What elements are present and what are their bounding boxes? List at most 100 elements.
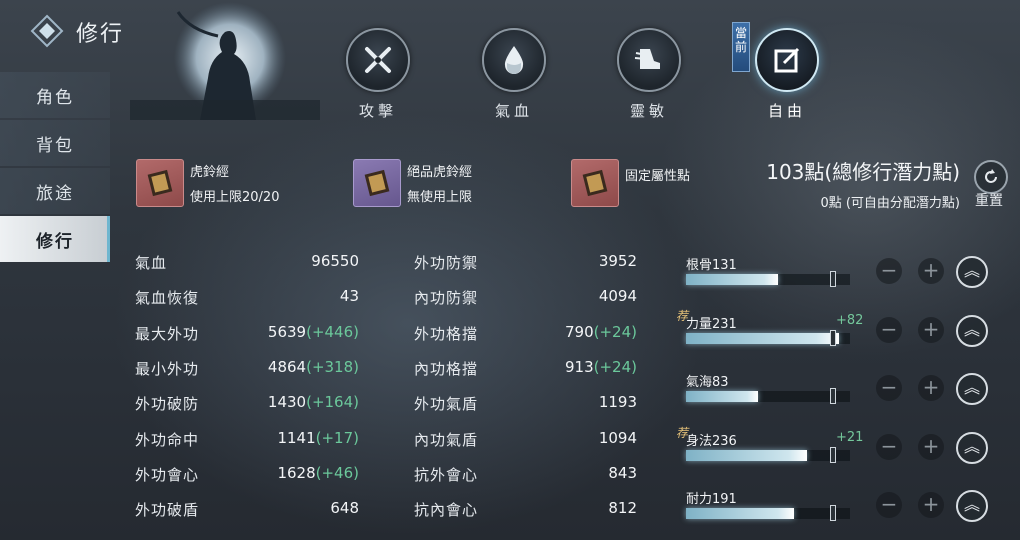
tab-agility[interactable]: 靈敏: [611, 28, 687, 121]
stat-name: 外功防禦: [414, 254, 479, 272]
stat-value: 1430(+164): [268, 393, 359, 411]
stat-value: 812: [608, 499, 637, 517]
stat-base-value: 648: [330, 499, 359, 518]
scroll-book-icon: [571, 159, 619, 207]
stat-name: 外功格擋: [414, 324, 479, 343]
sidebar: 角色 背包 旅途 修行: [0, 72, 110, 264]
diamond-emblem-icon: [30, 14, 64, 48]
tab-free[interactable]: 自由: [749, 28, 825, 121]
character-portrait-art: [130, 0, 320, 120]
sidebar-item-label: 旅途: [36, 183, 74, 204]
attribute-bar-fill: [686, 508, 795, 519]
max-increase-button[interactable]: ︽: [956, 490, 988, 522]
stat-base-value: 790: [565, 322, 594, 341]
stat-row: 外功破防 1430(+164): [135, 393, 359, 415]
stat-base-value: 43: [339, 287, 359, 306]
max-increase-button[interactable]: ︽: [956, 314, 988, 347]
stat-value: 4094: [599, 287, 637, 305]
sidebar-item-label: 修行: [36, 231, 74, 252]
attribute-row: 耐力191 − + ︽: [686, 488, 1006, 532]
decrease-button[interactable]: −: [876, 433, 902, 460]
stat-name: 內功防禦: [414, 289, 479, 308]
winged-boot-icon: [617, 28, 681, 92]
attribute-bar[interactable]: [686, 329, 850, 346]
decrease-button[interactable]: −: [876, 492, 902, 518]
stat-name: 外功破防: [135, 395, 200, 414]
sidebar-item-bag[interactable]: 背包: [0, 120, 110, 166]
stat-row: 外功命中 1141(+17): [135, 429, 359, 451]
item-fixed-attribute-points[interactable]: 固定屬性點: [571, 158, 690, 208]
stat-name: 內功格擋: [414, 359, 479, 378]
stat-bonus: (+46): [315, 463, 359, 482]
item-premium-tiger-bell-scripture[interactable]: 絕品虎鈴經 無使用上限: [353, 158, 472, 208]
stat-row: 外功破盾 648: [135, 499, 359, 521]
stat-row: 外功氣盾 1193: [414, 393, 637, 415]
stat-base-value: 1628: [277, 463, 316, 482]
increase-button[interactable]: +: [918, 492, 944, 518]
stat-base-value: 812: [608, 499, 637, 518]
increase-button[interactable]: +: [918, 316, 944, 343]
decrease-button[interactable]: −: [876, 316, 902, 343]
decrease-button[interactable]: −: [876, 375, 902, 401]
stat-row: 內功氣盾 1094: [414, 429, 637, 451]
stat-name: 最小外功: [135, 359, 200, 378]
stat-row: 抗外會心 843: [414, 464, 637, 486]
tab-attack[interactable]: 攻擊: [340, 28, 416, 121]
stat-name: 外功命中: [135, 430, 200, 449]
stat-base-value: 4864: [267, 357, 307, 376]
sidebar-item-label: 角色: [36, 87, 74, 108]
stat-value: 3952: [599, 252, 637, 270]
stat-name: 外功破盾: [135, 501, 200, 520]
stat-value: 1193: [599, 393, 637, 411]
sidebar-item-cultivation[interactable]: 修行: [0, 216, 110, 262]
reset-button[interactable]: [974, 160, 1008, 194]
stat-row: 外功防禦 3952: [414, 252, 637, 274]
item-name: 絕品虎鈴經: [407, 165, 473, 180]
tab-label: 攻擊: [358, 102, 397, 120]
blood-drop-icon: [482, 28, 546, 92]
attribute-cap-marker: [830, 329, 836, 346]
decrease-button[interactable]: −: [876, 258, 902, 284]
stat-bonus: (+164): [306, 393, 359, 412]
stat-name: 外功會心: [135, 465, 200, 484]
item-tiger-bell-scripture[interactable]: 虎鈴經 使用上限20/20: [136, 158, 279, 208]
stat-row: 氣血 96550: [135, 252, 359, 274]
max-increase-button[interactable]: ︽: [956, 373, 988, 405]
stat-base-value: 96550: [311, 252, 359, 270]
item-name: 虎鈴經: [190, 165, 230, 180]
stat-base-value: 3952: [598, 252, 637, 270]
attribute-bar[interactable]: [686, 446, 850, 463]
max-increase-button[interactable]: ︽: [956, 256, 988, 288]
page-title: 修行: [76, 22, 125, 47]
increase-button[interactable]: +: [918, 258, 944, 284]
sidebar-item-character[interactable]: 角色: [0, 72, 110, 118]
attribute-cap-marker: [830, 505, 836, 521]
stat-base-value: 913: [565, 357, 594, 376]
attribute-bar[interactable]: [686, 505, 850, 521]
current-tab-tag: 當前: [732, 22, 750, 72]
increase-button[interactable]: +: [918, 433, 944, 460]
stat-value: 5639(+446): [268, 323, 359, 341]
tab-vitality[interactable]: 氣血: [476, 28, 552, 121]
attribute-bar-fill: [686, 332, 839, 344]
max-increase-button[interactable]: ︽: [956, 431, 988, 464]
stat-base-value: 1094: [598, 428, 637, 447]
attribute-bar[interactable]: [686, 271, 850, 287]
stat-base-value: 1141: [277, 428, 316, 447]
attribute-bonus: +82: [836, 312, 864, 328]
attribute-cap-marker: [830, 446, 836, 463]
stat-base-value: 5639: [267, 322, 307, 341]
stat-value: 4864(+318): [268, 358, 359, 376]
sidebar-item-journey[interactable]: 旅途: [0, 168, 110, 214]
attribute-row: 根骨131 − + ︽: [686, 254, 1006, 298]
attribute-label: 身法236: [686, 433, 737, 449]
attribute-bonus: +21: [836, 429, 864, 445]
increase-button[interactable]: +: [918, 375, 944, 401]
edit-icon: [755, 28, 819, 92]
stat-base-value: 1430: [267, 393, 307, 412]
stat-value: 913(+24): [565, 358, 637, 376]
stat-value: 1094: [599, 429, 637, 447]
attribute-label: 耐力191: [686, 492, 737, 507]
reset-label: 重置: [975, 193, 1003, 209]
attribute-bar[interactable]: [686, 388, 850, 404]
